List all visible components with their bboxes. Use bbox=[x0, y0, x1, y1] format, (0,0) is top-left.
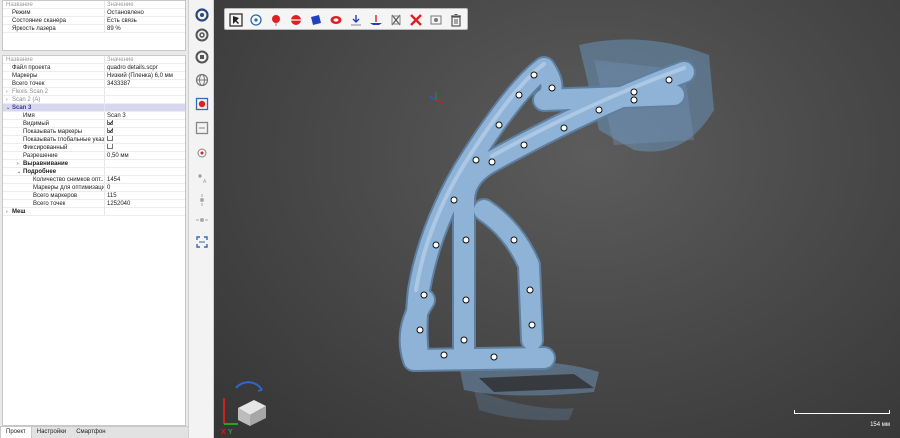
fit-view-icon bbox=[196, 236, 208, 248]
trash-button[interactable] bbox=[447, 11, 465, 29]
red-point-icon bbox=[272, 15, 280, 26]
marker-target-icon bbox=[197, 148, 207, 158]
3d-viewport[interactable]: X Y 154 мм bbox=[214, 0, 900, 438]
light-button[interactable] bbox=[194, 192, 210, 208]
invert-icon bbox=[430, 15, 442, 25]
detail-row-total-points[interactable]: Всего точек 1252040 bbox=[3, 200, 185, 208]
project-tree-panel: Название Значение Файл проекта quadro deta… bbox=[2, 55, 186, 426]
tab-settings[interactable]: Настройки bbox=[32, 427, 71, 438]
hole-fill-button[interactable] bbox=[327, 11, 345, 29]
plane-icon bbox=[311, 15, 321, 25]
fixed-checkbox[interactable] bbox=[107, 144, 113, 150]
tree-row-scan-2a[interactable]: › Scan 2 (A) bbox=[3, 96, 185, 104]
prop-row-visible: Видимый bbox=[3, 120, 185, 128]
visible-checkbox[interactable] bbox=[107, 120, 113, 126]
detail-row-total-markers[interactable]: Всего маркеров 115 bbox=[3, 192, 185, 200]
scan-gear-icon bbox=[195, 50, 209, 64]
delete-selection-button[interactable] bbox=[407, 11, 425, 29]
select-tool-button[interactable] bbox=[227, 11, 245, 29]
brightness-button[interactable] bbox=[194, 212, 210, 228]
plane-cut-button[interactable] bbox=[307, 11, 325, 29]
scan-model-scene[interactable] bbox=[214, 0, 900, 438]
align-down-icon bbox=[351, 15, 361, 26]
scan-ring-icon bbox=[195, 28, 209, 42]
status-row-laser[interactable]: Яркость лазера 89 % bbox=[3, 25, 185, 33]
scale-label: 154 мм bbox=[870, 422, 890, 428]
tab-project[interactable]: Проект bbox=[0, 427, 32, 438]
tree-row-mesh[interactable]: › Меш bbox=[3, 208, 185, 216]
globe-icon bbox=[195, 73, 209, 87]
edit-toolbar bbox=[224, 8, 468, 30]
lasso-tool-button[interactable] bbox=[247, 11, 265, 29]
tree-row-alignment[interactable]: › Выравнивание bbox=[3, 160, 185, 168]
tree-row-scan-3[interactable]: ⌄ Scan 3 bbox=[3, 104, 185, 112]
scanner-status-panel: Название Значение Режим Остановлено Состоя… bbox=[2, 0, 186, 51]
vertical-toolbar: A bbox=[188, 0, 214, 438]
fit-view-button[interactable] bbox=[194, 234, 210, 250]
panel-tabs: Проект Настройки Смартфон bbox=[0, 426, 188, 438]
align-down-button[interactable] bbox=[347, 11, 365, 29]
scan-start-button[interactable] bbox=[194, 7, 210, 23]
tree-row-total-points[interactable]: Всего точек 3433387 bbox=[3, 80, 185, 88]
orientation-cube[interactable]: X Y bbox=[218, 378, 274, 436]
delete-red-icon bbox=[410, 14, 422, 26]
prop-row-show-global: Показывать глобальные указ... bbox=[3, 136, 185, 144]
scale-bar bbox=[794, 410, 890, 414]
markers-button[interactable] bbox=[194, 145, 210, 161]
light-icon bbox=[200, 194, 204, 206]
trash-icon bbox=[451, 14, 461, 27]
select-point-button[interactable] bbox=[267, 11, 285, 29]
prop-row-resolution[interactable]: Разрешение 0,50 мм bbox=[3, 152, 185, 160]
record-frame-icon bbox=[195, 97, 209, 111]
record-button[interactable] bbox=[194, 96, 210, 112]
ring-icon bbox=[330, 16, 342, 24]
tree-row-markers[interactable]: Маркеры Низкий (Пленка) 6,0 мм bbox=[3, 72, 185, 80]
scale-indicator: 154 мм bbox=[794, 410, 890, 428]
snapshot-icon bbox=[195, 121, 209, 135]
scan-circle-icon bbox=[195, 8, 209, 22]
tree-row-details[interactable]: ⌄ Подробнее bbox=[3, 168, 185, 176]
axis-y-label: Y bbox=[228, 429, 233, 436]
align-plane-icon bbox=[370, 15, 382, 25]
lasso-icon bbox=[250, 14, 262, 26]
show-global-checkbox[interactable] bbox=[107, 136, 113, 142]
detail-row-snapshots[interactable]: Количество снимков опт... 1454 bbox=[3, 176, 185, 184]
svg-text:A: A bbox=[203, 179, 207, 185]
brightness-icon bbox=[196, 218, 208, 222]
invert-selection-button[interactable] bbox=[427, 11, 445, 29]
status-row-scanner[interactable]: Состояние сканера Есть связь bbox=[3, 17, 185, 25]
select-arrow-icon bbox=[229, 13, 243, 27]
select-layer-button[interactable] bbox=[287, 11, 305, 29]
col-name-header: Название bbox=[3, 1, 105, 8]
detail-row-opt-markers[interactable]: Маркеры для оптимизации 0 bbox=[3, 184, 185, 192]
tree-row-project-file[interactable]: Файл проекта quadro details.scpr bbox=[3, 64, 185, 72]
show-markers-checkbox[interactable] bbox=[107, 128, 113, 134]
prop-row-name[interactable]: Имя Scan 3 bbox=[3, 112, 185, 120]
axis-gizmo bbox=[429, 92, 445, 104]
scan-geometry-button[interactable] bbox=[194, 49, 210, 65]
tree-row-scan-flexis[interactable]: › Flexis Scan 2 bbox=[3, 88, 185, 96]
prop-row-show-markers: Показывать маркеры bbox=[3, 128, 185, 136]
status-row-mode[interactable]: Режим Остановлено bbox=[3, 9, 185, 17]
globe-view-button[interactable] bbox=[194, 72, 210, 88]
tab-smartphone[interactable]: Смартфон bbox=[71, 427, 110, 438]
project-panel: Название Значение Режим Остановлено Состоя… bbox=[0, 0, 188, 438]
scan-mode-button[interactable] bbox=[194, 27, 210, 43]
prop-row-fixed: Фиксированный bbox=[3, 144, 185, 152]
col-value-header: Значение bbox=[107, 2, 134, 8]
texture-icon: A bbox=[198, 174, 207, 185]
texture-button[interactable]: A bbox=[194, 170, 210, 186]
cross-section-button[interactable] bbox=[387, 11, 405, 29]
cross-section-icon bbox=[391, 14, 401, 26]
align-plane-button[interactable] bbox=[367, 11, 385, 29]
axis-x-label: X bbox=[221, 429, 226, 436]
snapshot-button[interactable] bbox=[194, 120, 210, 136]
layer-select-icon bbox=[291, 15, 301, 25]
